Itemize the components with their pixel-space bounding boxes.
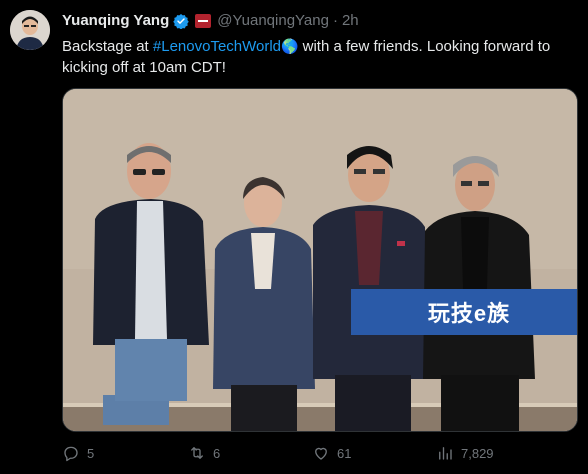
tweet-text: Backstage at #LenovoTechWorld🌎 with a fe… (62, 36, 578, 78)
tweet-text-start: Backstage at (62, 38, 153, 55)
avatar-image (10, 10, 50, 50)
reply-icon (64, 446, 78, 462)
author-display-name[interactable]: Yuanqing Yang (62, 12, 169, 29)
watermark-logo: 玩技e族 (351, 289, 577, 335)
views-button[interactable]: 7,829 (436, 444, 494, 462)
like-button[interactable]: 61 (312, 444, 351, 462)
flag-icon (195, 13, 212, 28)
post-time[interactable]: 2h (342, 12, 359, 29)
author-handle[interactable]: @YuanqingYang (217, 12, 329, 29)
reply-count: 5 (87, 445, 95, 461)
heart-icon (315, 447, 327, 460)
tweet-photo[interactable]: 玩技e族 (62, 88, 578, 432)
views-chart-icon (439, 447, 452, 460)
retweet-icon (191, 447, 203, 459)
like-count: 61 (337, 445, 352, 461)
avatar[interactable] (10, 10, 50, 50)
watermark-text: 玩技e族 (427, 301, 511, 326)
retweet-button[interactable]: 6 (188, 444, 220, 462)
view-count: 7,829 (461, 445, 494, 461)
retweet-count: 6 (213, 445, 221, 461)
tweet-header: Yuanqing Yang @YuanqingYang · 2h (62, 12, 359, 29)
hashtag-link[interactable]: #LenovoTechWorld (153, 38, 281, 55)
globe-emoji-icon: 🌎 (281, 38, 299, 54)
verified-badge-icon (173, 13, 189, 29)
separator-dot: · (332, 12, 338, 29)
tweet-actions: 5 6 61 7,829 (62, 444, 582, 464)
group-photo-image (63, 89, 577, 431)
reply-button[interactable]: 5 (62, 444, 94, 462)
